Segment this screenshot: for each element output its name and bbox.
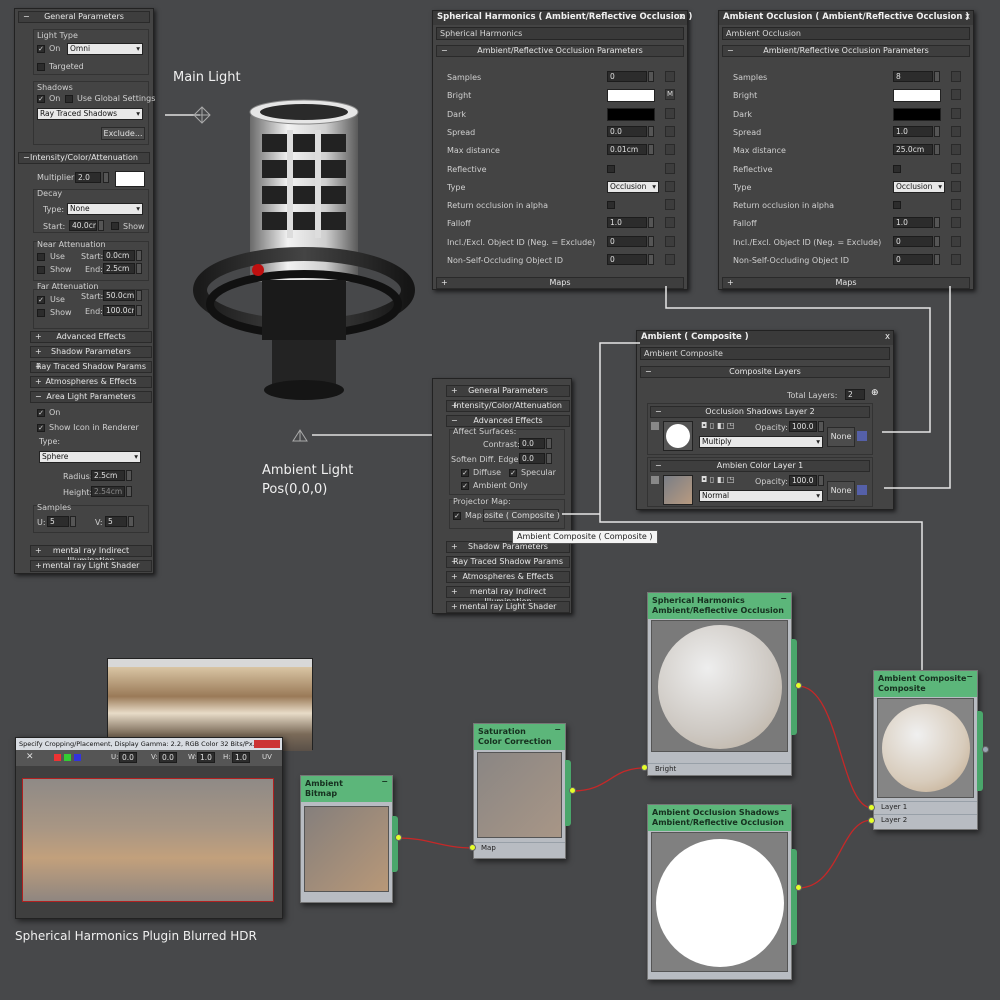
green-channel-button[interactable] (64, 754, 71, 761)
minimize-icon[interactable]: − (966, 672, 973, 682)
v-label: V: (151, 753, 158, 761)
ao-preview (651, 832, 788, 972)
hdr-toolbar: ✕ U: 0.0 V: 0.0 W: 1.0 H: 1.0 UV (16, 750, 282, 766)
saturation-input-socket[interactable] (469, 844, 476, 851)
minimize-icon[interactable]: − (381, 777, 388, 787)
bitmap-output-socket[interactable] (395, 834, 402, 841)
composite-output-socket[interactable] (982, 746, 989, 753)
composite-layer2-socket[interactable] (868, 817, 875, 824)
layer1-input-slot[interactable]: Layer 1 (874, 801, 977, 813)
sh-output-socket[interactable] (795, 682, 802, 689)
minimize-icon[interactable]: − (780, 806, 787, 816)
hdr-crop-window: Specify Cropping/Placement, Display Gamm… (15, 737, 283, 919)
bitmap-node[interactable]: Ambient Bitmap − (300, 775, 398, 903)
ao-output-tab[interactable] (791, 849, 797, 945)
bright-input-slot[interactable]: Bright (648, 763, 791, 775)
sh-preview (651, 620, 788, 752)
w-field[interactable]: 1.0 (197, 752, 215, 763)
uv-label: UV (262, 753, 272, 761)
u-field[interactable]: 0.0 (119, 752, 137, 763)
saturation-node[interactable]: Saturation Color Correction − Map (473, 723, 571, 859)
saturation-output-socket[interactable] (569, 787, 576, 794)
window-controls[interactable] (254, 740, 280, 748)
ao-output-socket[interactable] (795, 884, 802, 891)
bitmap-preview (304, 806, 389, 892)
v-field[interactable]: 0.0 (159, 752, 177, 763)
u-label: U: (111, 753, 119, 761)
composite-preview (877, 698, 974, 798)
back-window-titlebar[interactable] (108, 659, 312, 667)
composite-node[interactable]: Ambient Composite Composite − Layer 1 Laye… (873, 670, 983, 830)
red-channel-button[interactable] (54, 754, 61, 761)
w-label: W: (188, 753, 197, 761)
minimize-icon[interactable]: − (780, 594, 787, 604)
h-field[interactable]: 1.0 (232, 752, 250, 763)
saturation-preview (477, 752, 562, 838)
composite-layer1-socket[interactable] (868, 804, 875, 811)
sh-node[interactable]: Spherical Harmonics Ambient/Reflective Oc… (647, 592, 797, 776)
hdr-blurred-image[interactable] (22, 778, 274, 902)
close-icon[interactable]: ✕ (26, 752, 34, 762)
map-input-slot[interactable]: Map (474, 842, 565, 854)
blue-channel-button[interactable] (74, 754, 81, 761)
h-label: H: (223, 753, 231, 761)
ao-node[interactable]: Ambient Occlusion Shadows Ambient/Reflect… (647, 804, 797, 980)
hdr-window-titlebar[interactable]: Specify Cropping/Placement, Display Gamm… (16, 738, 282, 750)
bitmap-output-tab[interactable] (392, 816, 398, 872)
layer2-input-slot[interactable]: Layer 2 (874, 814, 977, 826)
minimize-icon[interactable]: − (554, 725, 561, 735)
sh-input-socket[interactable] (641, 764, 648, 771)
